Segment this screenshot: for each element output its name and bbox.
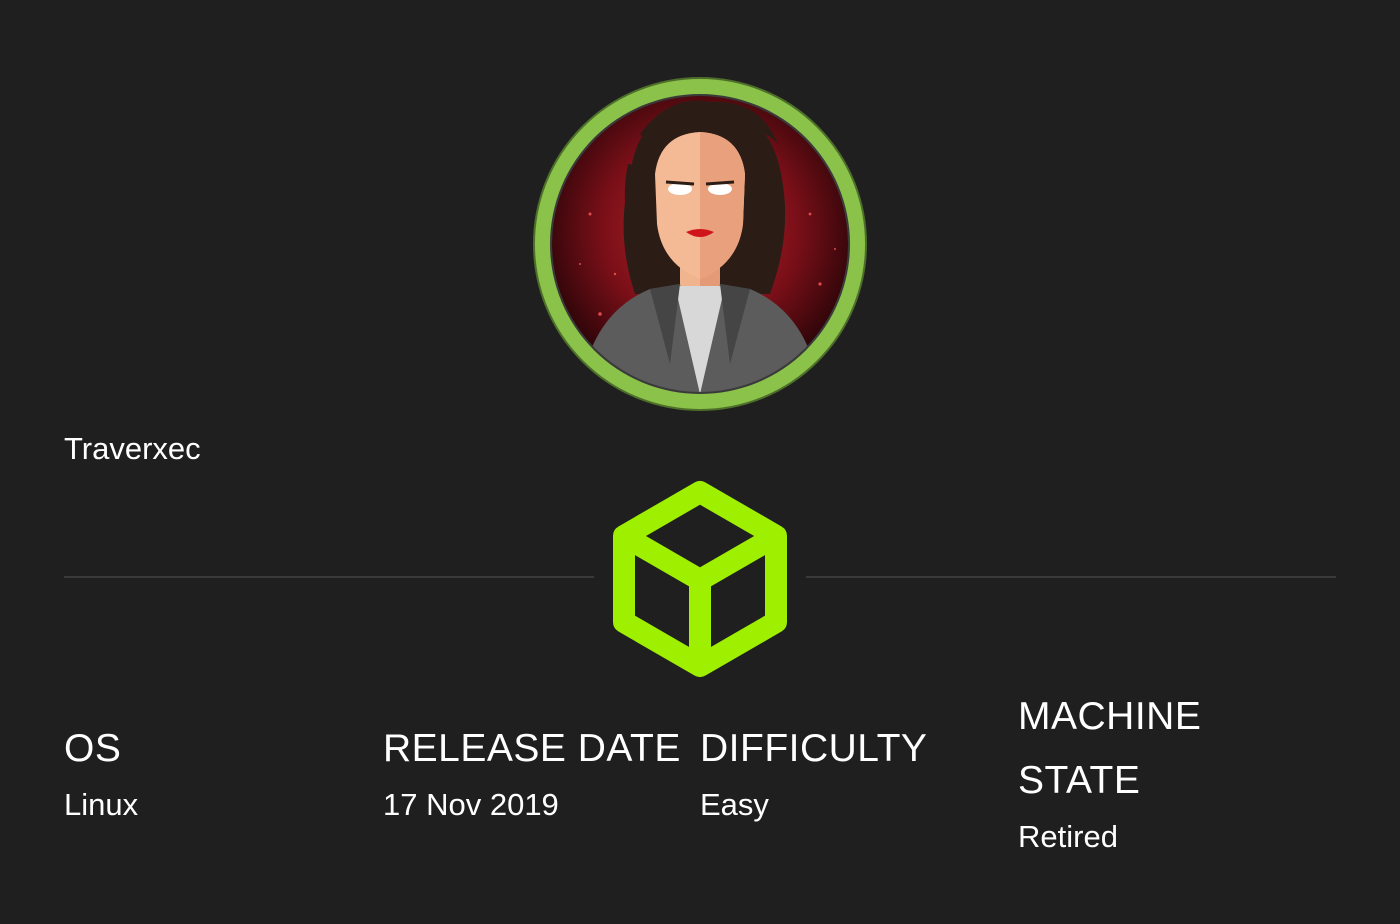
difficulty-label: DIFFICULTY [700,727,928,770]
avatar-woman-icon [533,77,867,411]
difficulty-value: Easy [700,787,769,822]
os-label: OS [64,727,122,770]
release-date-label: RELEASE DATE [383,727,681,770]
divider-left [64,576,594,578]
release-date-value: 17 Nov 2019 [383,787,559,822]
machine-state-label: MACHINE STATE [1018,695,1202,802]
machine-avatar [520,64,880,424]
os-value: Linux [64,787,139,822]
machine-state-value: Retired [1018,819,1118,854]
divider-right [806,576,1336,578]
machine-name: Traverxec [64,431,201,466]
cube-icon [605,478,795,680]
machine-card: Traverxec OS Linux RELEASE DATE 17 Nov 2… [0,0,1400,924]
